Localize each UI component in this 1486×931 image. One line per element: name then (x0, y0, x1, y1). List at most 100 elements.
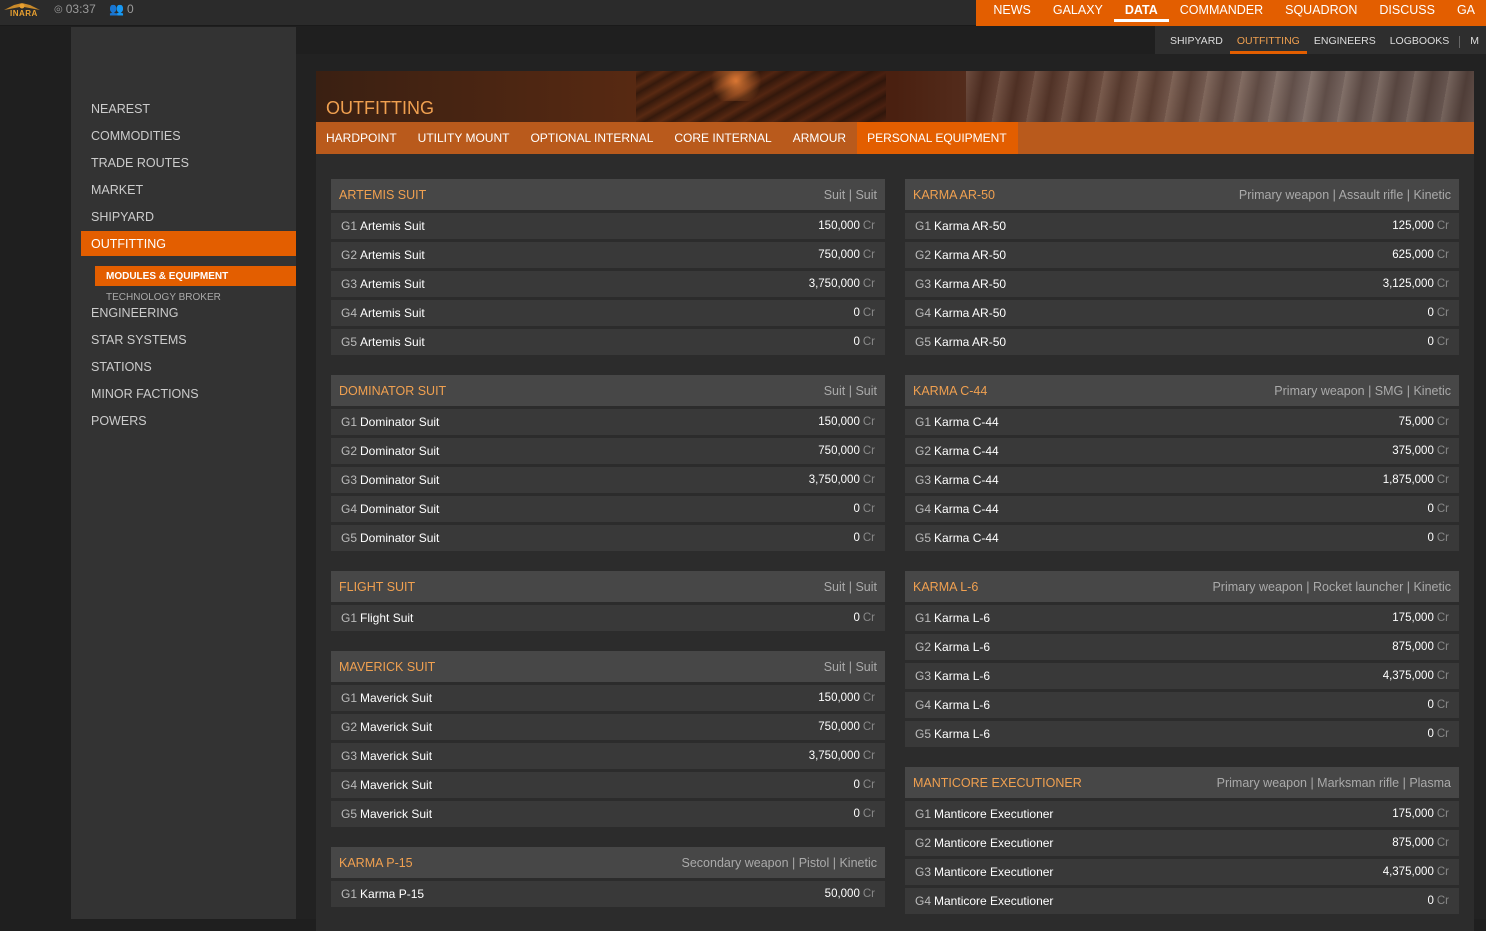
currency-label: Cr (1436, 728, 1449, 740)
equipment-row[interactable]: G2 Karma C-44 375,000 Cr (905, 438, 1459, 464)
equipment-row[interactable]: G4 Karma L-6 0 Cr (905, 692, 1459, 718)
item-name: G1 Maverick Suit (341, 691, 432, 705)
equipment-row[interactable]: G3 Karma AR-50 3,125,000 Cr (905, 271, 1459, 297)
tab-core-internal[interactable]: CORE INTERNAL (664, 122, 782, 154)
subnav-divider (1459, 36, 1461, 48)
item-name: G1 Karma L-6 (915, 611, 990, 625)
equipment-row[interactable]: G1 Karma P-15 50,000 Cr (331, 881, 885, 907)
section-header[interactable]: MAVERICK SUIT Suit | Suit (331, 651, 885, 682)
sidebar-subitem-modules-equipment[interactable]: MODULES & EQUIPMENT (95, 266, 307, 286)
sidebar-item-powers[interactable]: POWERS (91, 414, 147, 428)
subnav-shipyard[interactable]: SHIPYARD (1163, 26, 1230, 54)
equipment-row[interactable]: G2 Maverick Suit 750,000 Cr (331, 714, 885, 740)
equipment-row[interactable]: G1 Manticore Executioner 175,000 Cr (905, 801, 1459, 827)
price-value: 0 (1427, 895, 1434, 907)
section-header[interactable]: DOMINATOR SUIT Suit | Suit (331, 375, 885, 406)
sidebar-item-commodities[interactable]: COMMODITIES (91, 129, 181, 143)
tab-hardpoint[interactable]: HARDPOINT (316, 122, 408, 154)
item-grade: G4 (915, 698, 932, 712)
sidebar-item-shipyard[interactable]: SHIPYARD (91, 210, 154, 224)
equipment-row[interactable]: G3 Artemis Suit 3,750,000 Cr (331, 271, 885, 297)
equipment-row[interactable]: G4 Karma AR-50 0 Cr (905, 300, 1459, 326)
currency-label: Cr (862, 721, 875, 733)
equipment-row[interactable]: G5 Maverick Suit 0 Cr (331, 801, 885, 827)
item-grade: G1 (341, 691, 358, 705)
equipment-row[interactable]: G2 Artemis Suit 750,000 Cr (331, 242, 885, 268)
nav-data[interactable]: DATA (1113, 0, 1169, 22)
equipment-section: KARMA AR-50 Primary weapon | Assault rifl… (905, 179, 1459, 355)
subnav-logbooks[interactable]: LOGBOOKS (1383, 26, 1457, 54)
sidebar-item-outfitting[interactable]: OUTFITTING (81, 231, 319, 256)
tab-armour[interactable]: ARMOUR (783, 122, 857, 154)
sidebar-item-market[interactable]: MARKET (91, 183, 143, 197)
subnav-m[interactable]: M (1463, 26, 1486, 54)
equipment-row[interactable]: G4 Karma C-44 0 Cr (905, 496, 1459, 522)
equipment-row[interactable]: G2 Manticore Executioner 875,000 Cr (905, 830, 1459, 856)
subnav-engineers[interactable]: ENGINEERS (1307, 26, 1383, 54)
tab-optional-internal[interactable]: OPTIONAL INTERNAL (520, 122, 664, 154)
equipment-row[interactable]: G5 Artemis Suit 0 Cr (331, 329, 885, 355)
nav-discuss[interactable]: DISCUSS (1368, 0, 1446, 26)
equipment-row[interactable]: G1 Maverick Suit 150,000 Cr (331, 685, 885, 711)
section-header[interactable]: MANTICORE EXECUTIONER Primary weapon | Ma… (905, 767, 1459, 798)
equipment-row[interactable]: G5 Karma C-44 0 Cr (905, 525, 1459, 551)
section-header[interactable]: KARMA L-6 Primary weapon | Rocket launche… (905, 571, 1459, 602)
equipment-row[interactable]: G1 Karma C-44 75,000 Cr (905, 409, 1459, 435)
nav-news[interactable]: NEWS (982, 0, 1042, 26)
section-header[interactable]: KARMA C-44 Primary weapon | SMG | Kinetic (905, 375, 1459, 406)
equipment-row[interactable]: G3 Dominator Suit 3,750,000 Cr (331, 467, 885, 493)
item-price: 3,125,000 Cr (1383, 278, 1449, 290)
section-header[interactable]: FLIGHT SUIT Suit | Suit (331, 571, 885, 602)
equipment-row[interactable]: G4 Dominator Suit 0 Cr (331, 496, 885, 522)
equipment-row[interactable]: G1 Karma L-6 175,000 Cr (905, 605, 1459, 631)
item-price: 0 Cr (1427, 307, 1449, 319)
currency-label: Cr (1436, 808, 1449, 820)
item-label: Maverick Suit (360, 778, 433, 792)
equipment-row[interactable]: G1 Artemis Suit 150,000 Cr (331, 213, 885, 239)
equipment-row[interactable]: G3 Karma C-44 1,875,000 Cr (905, 467, 1459, 493)
subnav-outfitting[interactable]: OUTFITTING (1229, 26, 1307, 54)
equipment-row[interactable]: G3 Karma L-6 4,375,000 Cr (905, 663, 1459, 689)
equipment-row[interactable]: G4 Maverick Suit 0 Cr (331, 772, 885, 798)
equipment-row[interactable]: G2 Dominator Suit 750,000 Cr (331, 438, 885, 464)
online-users[interactable]: 👥 0 (109, 2, 134, 16)
equipment-row[interactable]: G3 Maverick Suit 3,750,000 Cr (331, 743, 885, 769)
price-value: 1,875,000 (1382, 474, 1434, 486)
currency-label: Cr (862, 612, 875, 624)
equipment-row[interactable]: G4 Artemis Suit 0 Cr (331, 300, 885, 326)
nav-commander[interactable]: COMMANDER (1169, 0, 1274, 26)
equipment-row[interactable]: G3 Manticore Executioner 4,375,000 Cr (905, 859, 1459, 885)
sidebar-item-trade-routes[interactable]: TRADE ROUTES (91, 156, 189, 170)
equipment-row[interactable]: G5 Karma L-6 0 Cr (905, 721, 1459, 747)
item-name: G2 Karma L-6 (915, 640, 990, 654)
sidebar-item-nearest[interactable]: NEAREST (91, 102, 150, 116)
section-header[interactable]: KARMA P-15 Secondary weapon | Pistol | Ki… (331, 847, 885, 878)
sidebar-item-stations[interactable]: STATIONS (91, 360, 152, 374)
item-grade: G2 (341, 444, 358, 458)
tab-utility-mount[interactable]: UTILITY MOUNT (408, 122, 521, 154)
sidebar: NEAREST COMMODITIES TRADE ROUTES MARKET SHIP… (71, 27, 319, 919)
equipment-row[interactable]: G2 Karma L-6 875,000 Cr (905, 634, 1459, 660)
inara-logo[interactable]: INARA (2, 0, 42, 20)
equipment-row[interactable]: G5 Dominator Suit 0 Cr (331, 525, 885, 551)
equipment-row[interactable]: G5 Karma AR-50 0 Cr (905, 329, 1459, 355)
nav-squadron[interactable]: SQUADRON (1274, 0, 1368, 26)
item-price: 3,750,000 Cr (809, 750, 875, 762)
tab-personal-equipment[interactable]: PERSONAL EQUIPMENT (857, 122, 1018, 154)
sidebar-item-star-systems[interactable]: STAR SYSTEMS (91, 333, 187, 347)
equipment-row[interactable]: G1 Karma AR-50 125,000 Cr (905, 213, 1459, 239)
sidebar-item-minor-factions[interactable]: MINOR FACTIONS (91, 387, 199, 401)
equipment-row[interactable]: G1 Dominator Suit 150,000 Cr (331, 409, 885, 435)
equipment-row[interactable]: G2 Karma AR-50 625,000 Cr (905, 242, 1459, 268)
equipment-row[interactable]: G4 Manticore Executioner 0 Cr (905, 888, 1459, 914)
section-header[interactable]: KARMA AR-50 Primary weapon | Assault rifl… (905, 179, 1459, 210)
nav-ga[interactable]: GA (1446, 0, 1486, 26)
sidebar-item-engineering[interactable]: ENGINEERING (91, 306, 179, 320)
item-grade: G1 (915, 611, 932, 625)
section-header[interactable]: ARTEMIS SUIT Suit | Suit (331, 179, 885, 210)
equipment-row[interactable]: G1 Flight Suit 0 Cr (331, 605, 885, 631)
section-meta: Primary weapon | Assault rifle | Kinetic (1238, 187, 1451, 202)
item-grade: G5 (341, 807, 358, 821)
nav-galaxy[interactable]: GALAXY (1042, 0, 1114, 26)
sidebar-subitem-technology-broker[interactable]: TECHNOLOGY BROKER (106, 292, 221, 303)
